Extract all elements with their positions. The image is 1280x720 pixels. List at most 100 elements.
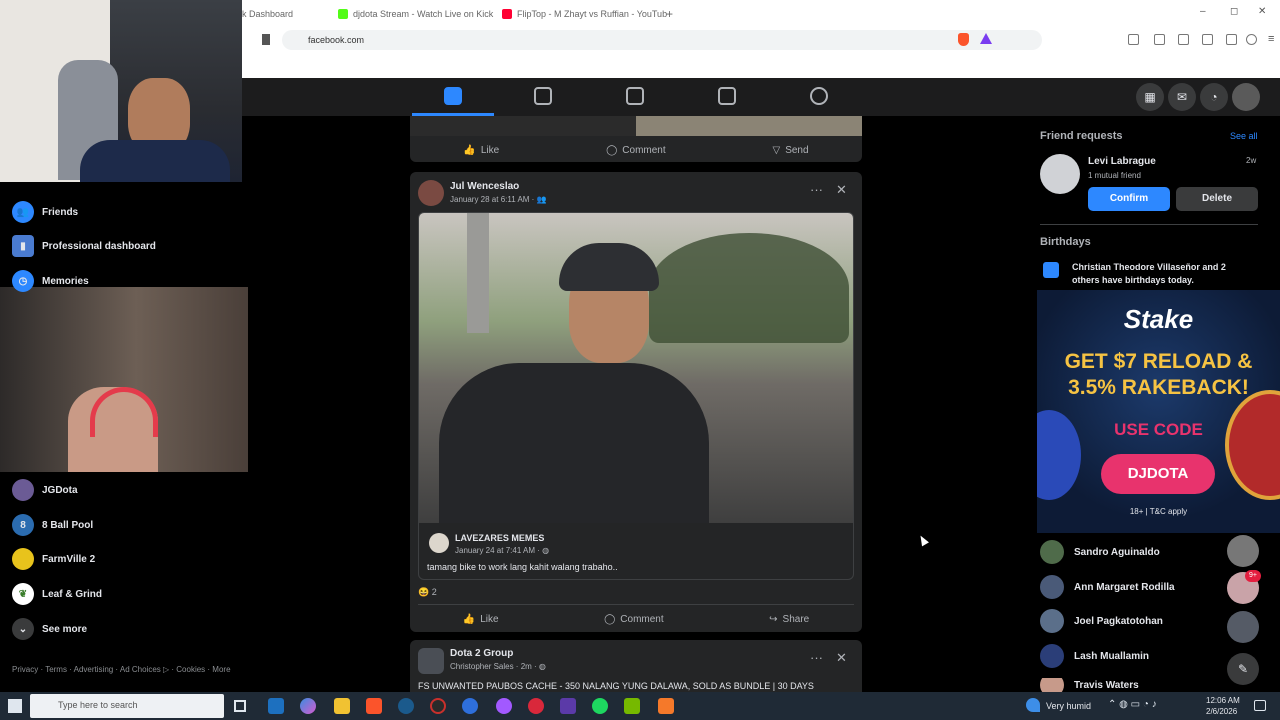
shared-author[interactable]: LAVEZARES MEMES bbox=[455, 533, 544, 543]
extensions-icon[interactable] bbox=[1226, 34, 1237, 45]
send-button[interactable]: ▽ Send bbox=[772, 145, 808, 156]
contact-item[interactable]: Travis Waters bbox=[1040, 678, 1139, 692]
browser-tab-2[interactable]: djdota Stream - Watch Live on Kick bbox=[338, 6, 493, 22]
contact-item[interactable]: Joel Pagkatotohan bbox=[1040, 608, 1163, 634]
home-icon[interactable] bbox=[444, 87, 462, 105]
browser-tab-3[interactable]: FlipTop - M Zhayt vs Ruffian - YouTub bbox=[502, 6, 667, 22]
maximize-button[interactable]: ◻ bbox=[1230, 6, 1238, 17]
group-name[interactable]: Dota 2 Group bbox=[450, 648, 513, 659]
clock-date[interactable]: 2/6/2026 bbox=[1206, 707, 1237, 716]
share-button[interactable]: ↪ Share bbox=[769, 614, 809, 625]
post-close-button[interactable]: ✕ bbox=[836, 182, 847, 198]
like-button[interactable]: 👍 Like bbox=[463, 614, 499, 625]
task-view-icon[interactable] bbox=[234, 700, 246, 712]
spotify-icon[interactable] bbox=[592, 698, 608, 714]
media-icon[interactable] bbox=[1154, 34, 1165, 45]
sidebar-shortcut-farmville[interactable]: FarmVille 2 bbox=[12, 546, 95, 572]
sidebar-shortcut-leaf[interactable]: ❦ Leaf & Grind bbox=[12, 581, 102, 607]
menu-icon[interactable]: ≡ bbox=[1268, 33, 1274, 45]
reaction-summary[interactable]: 😆 2 bbox=[418, 587, 437, 598]
request-name[interactable]: Levi Labrague bbox=[1088, 156, 1156, 167]
taskbar-search-placeholder: Type here to search bbox=[58, 700, 138, 710]
gift-icon bbox=[1043, 262, 1059, 278]
delete-button[interactable]: Delete bbox=[1176, 187, 1258, 211]
contact-item[interactable]: Ann Margaret Rodilla bbox=[1040, 574, 1175, 600]
vpn-icon[interactable] bbox=[1246, 34, 1257, 45]
weather-icon[interactable] bbox=[1026, 698, 1040, 712]
groups-icon[interactable] bbox=[810, 87, 828, 105]
contact-item[interactable]: Lash Muallamin bbox=[1040, 643, 1149, 669]
messenger-button[interactable]: ✉ bbox=[1168, 83, 1196, 111]
dota-icon[interactable] bbox=[462, 698, 478, 714]
like-button[interactable]: 👍 Like bbox=[463, 145, 499, 156]
reader-icon[interactable] bbox=[1178, 34, 1189, 45]
clock-time[interactable]: 12:06 AM bbox=[1206, 696, 1240, 705]
close-window-button[interactable]: ✕ bbox=[1258, 6, 1266, 17]
post-photo[interactable] bbox=[419, 213, 853, 523]
vs-icon[interactable] bbox=[560, 698, 576, 714]
post-close-button[interactable]: ✕ bbox=[836, 650, 847, 666]
brave-rewards-icon[interactable] bbox=[980, 33, 992, 44]
video-icon[interactable] bbox=[626, 87, 644, 105]
ad-code-button[interactable]: DJDOTA bbox=[1101, 454, 1215, 494]
post-more-button[interactable]: ··· bbox=[810, 182, 823, 197]
sidebar-shortcut-jgdota[interactable]: JGDota bbox=[12, 477, 78, 503]
post-author[interactable]: Jul Wenceslao bbox=[450, 181, 519, 192]
chat-head-3[interactable] bbox=[1227, 611, 1259, 643]
friend-requests-title: Friend requests bbox=[1040, 130, 1123, 142]
profile-avatar[interactable] bbox=[1232, 83, 1260, 111]
copilot-icon[interactable] bbox=[300, 698, 316, 714]
feeds-icon[interactable] bbox=[534, 87, 552, 105]
menu-grid-button[interactable]: ▦ bbox=[1136, 83, 1164, 111]
brave-icon[interactable] bbox=[366, 698, 382, 714]
sidebar-shortcut-8ball[interactable]: 8 8 Ball Pool bbox=[12, 512, 93, 538]
comment-button[interactable]: ◯ Comment bbox=[604, 614, 664, 625]
notification-center-icon[interactable] bbox=[1254, 700, 1266, 711]
shared-post-frame[interactable]: LAVEZARES MEMES January 24 at 7:41 AM · … bbox=[418, 212, 854, 580]
sidebar-item-friends[interactable]: 👥 Friends bbox=[12, 199, 78, 225]
brave-shield-icon[interactable] bbox=[958, 33, 969, 46]
opera-icon[interactable] bbox=[528, 698, 544, 714]
post-more-button[interactable]: ··· bbox=[810, 650, 823, 665]
marketplace-icon[interactable] bbox=[718, 87, 736, 105]
sidebar-item-memories[interactable]: ◷ Memories bbox=[12, 268, 89, 294]
address-bar[interactable]: facebook.com bbox=[282, 30, 1042, 50]
weather-text[interactable]: Very humid bbox=[1046, 701, 1091, 711]
system-tray-icons[interactable]: ⌃ ◍ ▭ ◔ ♪ bbox=[1108, 699, 1157, 710]
new-tab-button[interactable]: + bbox=[666, 6, 673, 22]
new-message-button[interactable]: ✎ bbox=[1227, 653, 1259, 685]
contact-item[interactable]: Sandro Aguinaldo bbox=[1040, 539, 1160, 565]
confirm-button[interactable]: Confirm bbox=[1088, 187, 1170, 211]
bookmark-icon[interactable] bbox=[262, 34, 270, 45]
steam-icon[interactable] bbox=[398, 698, 414, 714]
shared-timestamp[interactable]: January 24 at 7:41 AM · ◍ bbox=[455, 546, 549, 555]
author-avatar[interactable] bbox=[418, 180, 444, 206]
comment-button[interactable]: ◯ Comment bbox=[606, 145, 666, 156]
stake-ad[interactable]: Stake GET $7 RELOAD & 3.5% RAKEBACK! USE… bbox=[1037, 290, 1280, 533]
messenger-app-icon[interactable] bbox=[496, 698, 512, 714]
nvidia-icon[interactable] bbox=[624, 698, 640, 714]
browser-tab-1[interactable]: k Dashboard bbox=[242, 6, 293, 22]
group-post-meta[interactable]: Christopher Sales · 2m · ◍ bbox=[450, 662, 546, 671]
request-avatar[interactable] bbox=[1040, 154, 1080, 194]
birthday-text[interactable]: Christian Theodore Villaseñor and 2 othe… bbox=[1072, 261, 1252, 287]
file-explorer-icon[interactable] bbox=[334, 698, 350, 714]
request-mutual[interactable]: 1 mutual friend bbox=[1088, 171, 1141, 180]
chat-head-1[interactable] bbox=[1227, 535, 1259, 567]
taskbar-search[interactable]: Type here to search bbox=[30, 694, 224, 718]
group-avatar[interactable] bbox=[418, 648, 444, 674]
shared-page-avatar[interactable] bbox=[429, 533, 449, 553]
minimize-button[interactable]: – bbox=[1200, 6, 1206, 17]
sidebar-see-more[interactable]: ⌄ See more bbox=[12, 616, 87, 642]
sidebar-icon[interactable] bbox=[1128, 34, 1139, 45]
see-all-link[interactable]: See all bbox=[1230, 131, 1258, 141]
obs-icon[interactable] bbox=[430, 698, 446, 714]
blender-icon[interactable] bbox=[658, 698, 674, 714]
sidebar-item-professional-dashboard[interactable]: ▮ Professional dashboard bbox=[12, 233, 156, 259]
sidebar-footer[interactable]: Privacy · Terms · Advertising · Ad Choic… bbox=[12, 664, 232, 675]
notifications-button[interactable]: ◔ bbox=[1200, 83, 1228, 111]
wallet-icon[interactable] bbox=[1202, 34, 1213, 45]
vscode-icon[interactable] bbox=[268, 698, 284, 714]
start-icon[interactable] bbox=[8, 699, 22, 713]
post-timestamp[interactable]: January 28 at 6:11 AM · 👥 bbox=[450, 195, 547, 204]
